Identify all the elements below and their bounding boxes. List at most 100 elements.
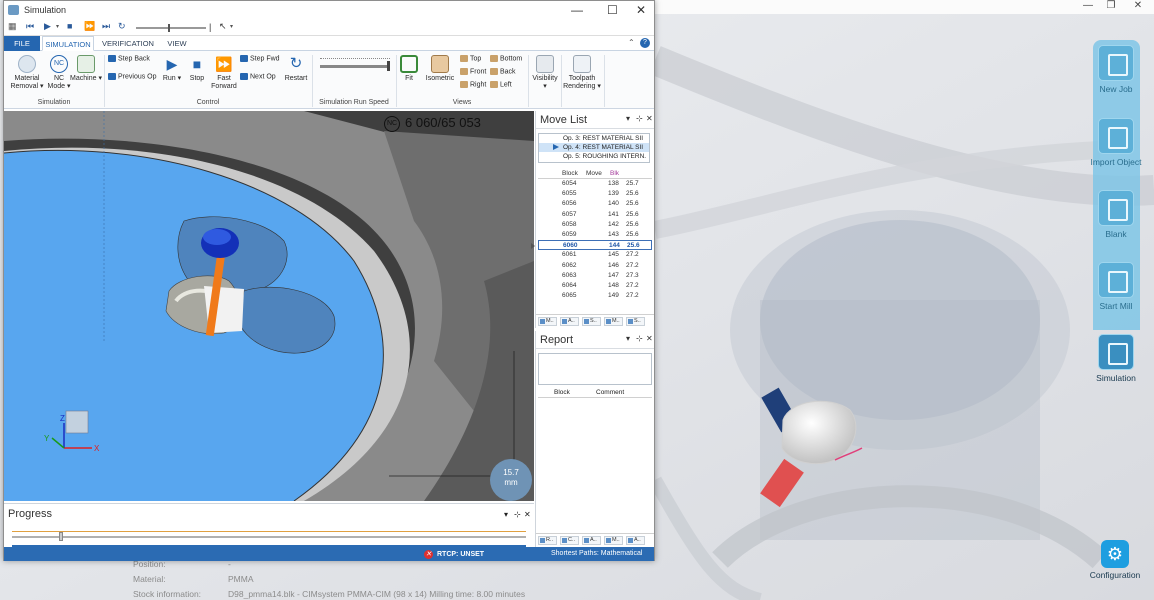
close-icon[interactable]: ✕ xyxy=(636,3,646,17)
table-row[interactable]: 6064 148 27.2 xyxy=(538,281,652,291)
configuration-button[interactable]: ⚙ Configuration xyxy=(1085,540,1145,580)
table-row[interactable]: 6065 149 27.2 xyxy=(538,291,652,301)
new-job-button[interactable]: New Job xyxy=(1081,45,1151,94)
view-right-button[interactable]: Right xyxy=(460,81,486,88)
fit-button[interactable]: Fit xyxy=(398,55,420,83)
view-bottom-button[interactable]: Bottom xyxy=(490,55,522,62)
tab-a[interactable]: A.. xyxy=(560,317,579,326)
cell-blk: 25.6 xyxy=(626,220,639,228)
tab-m[interactable]: M.. xyxy=(604,317,623,326)
tab-m[interactable]: M.. xyxy=(604,536,623,545)
tab-verification[interactable]: VERIFICATION xyxy=(100,36,156,51)
panel-dropdown-icon[interactable]: ▾ xyxy=(626,114,630,123)
previous-op-button[interactable]: Previous Op xyxy=(108,73,157,80)
tab-a2[interactable]: A.. xyxy=(626,536,645,545)
table-row-current[interactable]: 6060 144 25.6 xyxy=(531,240,652,251)
stop-icon[interactable]: ■ xyxy=(67,21,72,31)
toolpath-rendering-button[interactable]: Toolpath Rendering ▾ xyxy=(562,55,602,91)
nc-mode-button[interactable]: NC NC Mode ▾ xyxy=(46,55,72,91)
fast-forward-icon[interactable]: ⏩ xyxy=(84,21,95,32)
machine-button[interactable]: Machine ▾ xyxy=(70,55,102,83)
isometric-button[interactable]: Isometric xyxy=(422,55,458,83)
table-row[interactable]: 6062 146 27.2 xyxy=(538,261,652,271)
nc-icon: NC xyxy=(384,115,400,132)
play-dropdown-icon[interactable]: ▾ xyxy=(56,23,59,30)
step-fwd-button[interactable]: Step Fwd xyxy=(240,55,280,62)
blank-button[interactable]: Blank xyxy=(1081,190,1151,239)
progress-thumb[interactable] xyxy=(59,532,63,541)
tab-report[interactable]: R.. xyxy=(538,536,557,545)
col-block[interactable]: Block xyxy=(562,170,578,177)
restore-icon[interactable]: ❐ xyxy=(1100,0,1122,11)
customize-dropdown-icon[interactable]: ▾ xyxy=(230,23,233,30)
close-icon[interactable]: ✕ xyxy=(1127,0,1149,11)
simulation-button[interactable]: Simulation xyxy=(1081,334,1151,383)
view-top-button[interactable]: Top xyxy=(460,55,481,62)
report-box[interactable] xyxy=(538,353,652,385)
table-row[interactable]: 6059 143 25.6 xyxy=(538,230,652,240)
pin-icon[interactable]: ⊹ xyxy=(514,510,521,519)
import-object-button[interactable]: Import Object xyxy=(1081,118,1151,167)
maximize-icon[interactable]: ☐ xyxy=(607,3,618,17)
op-item[interactable]: Op. 5: ROUGHING INTERN. xyxy=(539,152,649,161)
pin-icon[interactable]: ⊹ xyxy=(636,114,643,123)
col-blk[interactable]: Blk xyxy=(610,170,619,177)
close-icon[interactable]: ✕ xyxy=(646,334,653,343)
minimize-icon[interactable]: — xyxy=(571,3,583,17)
tab-move-list[interactable]: M.. xyxy=(538,317,557,326)
help-icon[interactable]: ? xyxy=(640,38,650,48)
tab-s2[interactable]: S.. xyxy=(626,317,645,326)
run-speed-slider[interactable] xyxy=(320,61,390,71)
table-row[interactable]: 6057 141 25.6 xyxy=(538,210,652,220)
restart-button[interactable]: ↻ Restart xyxy=(282,55,310,83)
cell-blk: 25.6 xyxy=(626,190,639,198)
play-icon[interactable]: ▶ xyxy=(44,21,51,32)
ribbon-collapse-icon[interactable]: ⌃ xyxy=(628,38,635,47)
view-left-button[interactable]: Left xyxy=(490,81,512,88)
col-move[interactable]: Move xyxy=(586,170,602,177)
visibility-button[interactable]: Visibility ▾ xyxy=(530,55,560,91)
rtcp-status: ✕ RTCP: UNSET xyxy=(424,550,485,559)
close-icon[interactable]: ✕ xyxy=(524,510,531,519)
tab-simulation[interactable]: SIMULATION xyxy=(42,36,94,51)
move-table: Block Move Blk 6054 138 25.7 6055 139 25.6 605… xyxy=(531,169,652,301)
stop-button[interactable]: ■ Stop xyxy=(186,55,208,83)
app-menu-icon[interactable]: ▦ xyxy=(8,21,17,32)
op-item[interactable]: Op. 3: REST MATERIAL SII xyxy=(539,134,649,143)
panel-dropdown-icon[interactable]: ▾ xyxy=(504,510,508,519)
table-row[interactable]: 6061 145 27.2 xyxy=(538,250,652,260)
tab-file[interactable]: FILE xyxy=(4,36,40,51)
tab-c[interactable]: C.. xyxy=(560,536,579,545)
col-comment[interactable]: Comment xyxy=(596,389,624,396)
run-button[interactable]: ▶ Run ▾ xyxy=(160,55,184,83)
table-row[interactable]: 6058 142 25.6 xyxy=(538,220,652,230)
next-op-button[interactable]: Next Op xyxy=(240,73,276,80)
close-icon[interactable]: ✕ xyxy=(646,114,653,123)
rewind-icon[interactable]: ⏮ xyxy=(26,21,34,32)
fast-forward-button[interactable]: ⏩ Fast Forward xyxy=(210,55,238,91)
restart-icon[interactable]: ↻ xyxy=(118,21,126,32)
tab-a[interactable]: A.. xyxy=(582,536,601,545)
simulation-viewport[interactable]: X Z Y NC 6 060/65 053 15.7 mm xyxy=(4,111,534,501)
pin-icon[interactable]: ⊹ xyxy=(636,334,643,343)
col-block[interactable]: Block xyxy=(554,389,570,396)
view-front-button[interactable]: Front xyxy=(460,68,486,75)
table-row[interactable]: 6055 139 25.6 xyxy=(538,189,652,199)
view-back-button[interactable]: Back xyxy=(490,68,516,75)
op-item-selected[interactable]: Op. 4: REST MATERIAL SII xyxy=(539,143,649,152)
table-row[interactable]: 6063 147 27.3 xyxy=(538,271,652,281)
skip-end-icon[interactable]: ⏭ xyxy=(102,21,110,32)
operation-list[interactable]: Op. 3: REST MATERIAL SII Op. 4: REST MAT… xyxy=(538,133,650,163)
quick-speed-slider[interactable] xyxy=(136,24,206,32)
svg-text:Y: Y xyxy=(44,434,50,443)
material-removal-button[interactable]: Material Removal ▾ xyxy=(8,55,46,91)
start-mill-button[interactable]: Start Mill xyxy=(1081,262,1151,311)
step-back-button[interactable]: Step Back xyxy=(108,55,150,62)
cursor-icon[interactable]: ↖ xyxy=(219,21,227,32)
table-row[interactable]: 6056 140 25.6 xyxy=(538,199,652,209)
minimize-icon[interactable]: — xyxy=(1077,0,1099,11)
tab-view[interactable]: VIEW xyxy=(162,36,192,51)
tab-s[interactable]: S.. xyxy=(582,317,601,326)
panel-dropdown-icon[interactable]: ▾ xyxy=(626,334,630,343)
table-row[interactable]: 6054 138 25.7 xyxy=(538,179,652,189)
